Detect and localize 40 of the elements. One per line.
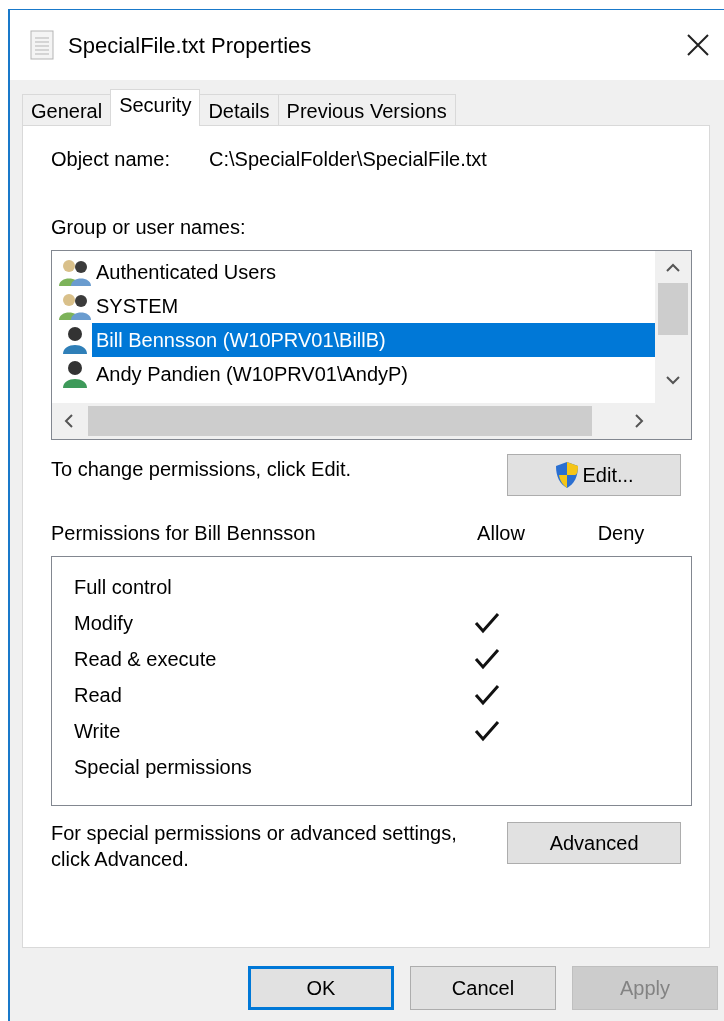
user-list-item[interactable]: Authenticated Users xyxy=(92,255,281,289)
permission-name: Write xyxy=(74,719,122,744)
user-group-icon xyxy=(58,257,92,287)
dialog-button[interactable]: OK xyxy=(248,966,394,1010)
scroll-thumb[interactable] xyxy=(88,406,592,436)
close-button[interactable] xyxy=(686,33,710,57)
advanced-hint: For special permissions or advanced settings, click Advanced. xyxy=(51,821,458,872)
column-header: Deny xyxy=(596,521,646,546)
permission-name: Read xyxy=(74,683,123,708)
shield-icon xyxy=(554,461,579,489)
scroll-up-icon xyxy=(666,263,680,273)
scroll-thumb[interactable] xyxy=(658,283,688,335)
dialog-button[interactable]: Cancel xyxy=(410,966,556,1010)
permission-name: Special permissions xyxy=(74,755,253,780)
document-icon xyxy=(30,30,54,60)
close-icon xyxy=(686,33,710,57)
user-list-item[interactable]: Andy Pandien (W10PRV01\AndyP) xyxy=(92,357,413,391)
vertical-scrollbar[interactable] xyxy=(655,251,691,403)
user-list-item[interactable]: SYSTEM xyxy=(92,289,183,323)
permission-name: Full control xyxy=(74,575,173,600)
scroll-right-icon xyxy=(634,414,644,428)
change-hint: To change permissions, click Edit. xyxy=(51,457,353,482)
user-list-item[interactable]: Bill Bennsson (W10PRV01\BillB) xyxy=(92,323,655,357)
object-path: C:\SpecialFolder\SpecialFile.txt xyxy=(209,147,487,172)
column-header: Allow xyxy=(476,521,526,546)
permissions-title: Permissions for Bill Bennsson xyxy=(51,521,317,546)
group-label: Group or user names: xyxy=(51,215,247,240)
tab[interactable]: Previous Versions xyxy=(277,94,456,126)
tab[interactable]: General xyxy=(22,94,112,126)
scroll-left-icon xyxy=(64,414,74,428)
object-name-label: Object name: xyxy=(51,147,171,172)
scroll-down-icon xyxy=(666,375,680,385)
edit-button[interactable]: Edit... xyxy=(507,454,681,496)
permission-name: Modify xyxy=(74,611,134,636)
advanced-button[interactable]: Advanced xyxy=(507,822,681,864)
tab[interactable]: Security xyxy=(110,89,201,126)
permission-name: Read & execute xyxy=(74,647,218,672)
horizontal-scrollbar[interactable] xyxy=(52,403,691,439)
user-group-icon xyxy=(58,291,92,321)
window-title: SpecialFile.txt Properties xyxy=(68,31,312,60)
